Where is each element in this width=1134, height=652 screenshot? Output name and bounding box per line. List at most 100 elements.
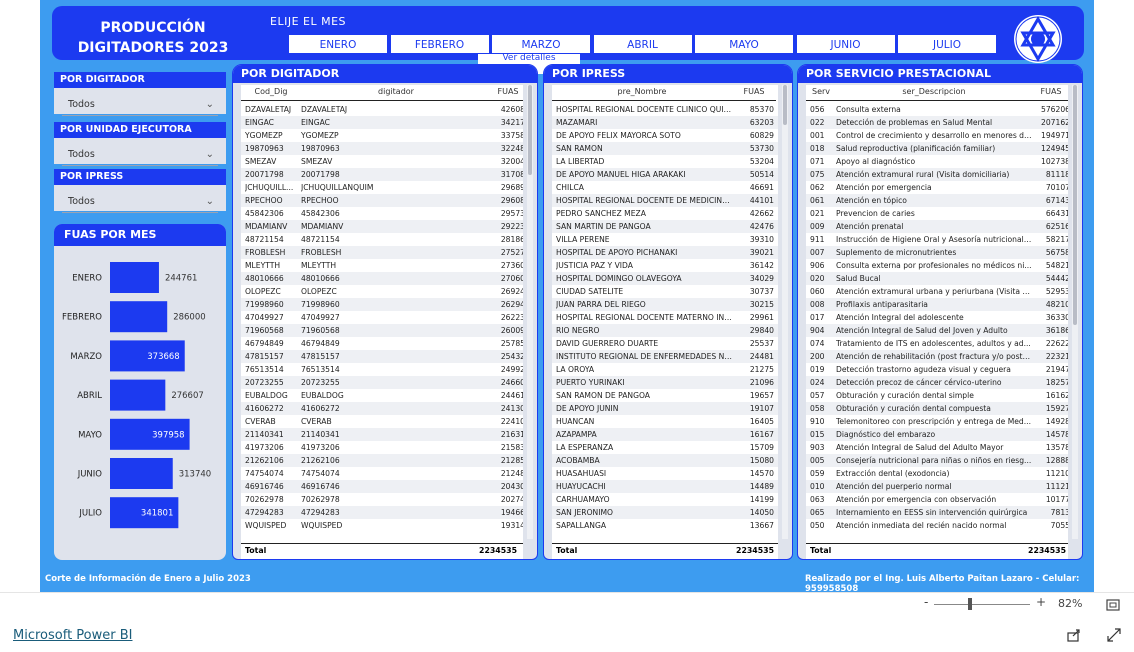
table-row[interactable]: JCHUQUILL... JCHUQUILLANQUIM 29689 xyxy=(241,181,523,194)
month-button-marzo[interactable]: MARZO xyxy=(491,34,591,54)
table-row[interactable]: 021 Prevencion de caries 66431 xyxy=(806,207,1068,220)
table-row[interactable]: MAZAMARI 63203 xyxy=(552,116,778,129)
table-row[interactable]: HUASAHUASI 14570 xyxy=(552,467,778,480)
table-row[interactable]: SAN JERONIMO 14050 xyxy=(552,506,778,519)
col-cod-dig[interactable]: Cod_Dig xyxy=(241,85,301,101)
table-row[interactable]: DE APOYO MANUEL HIGA ARAKAKI 50514 xyxy=(552,168,778,181)
table-row[interactable]: LA LIBERTAD 53204 xyxy=(552,155,778,168)
table-row[interactable]: YGOMEZP YGOMEZP 33758 xyxy=(241,129,523,142)
table-row[interactable]: JUAN PARRA DEL RIEGO 30215 xyxy=(552,298,778,311)
table-row[interactable]: 009 Atención prenatal 62516 xyxy=(806,220,1068,233)
table-row[interactable]: 074 Tratamiento de ITS en adolescentes, a… xyxy=(806,337,1068,350)
table-row[interactable]: 059 Extracción dental (exodoncia) 11210 xyxy=(806,467,1068,480)
table-row[interactable]: DZAVALETAJ DZAVALETAJ 42608 xyxy=(241,103,523,116)
chart-bar[interactable] xyxy=(110,458,173,489)
zoom-slider[interactable] xyxy=(934,604,1030,605)
col-fuas[interactable]: FUAS xyxy=(491,85,523,101)
table-row[interactable]: 74754074 74754074 21248 xyxy=(241,467,523,480)
table-row[interactable]: SAN RAMON DE PANGOA 19657 xyxy=(552,389,778,402)
table-row[interactable]: 46794849 46794849 25785 xyxy=(241,337,523,350)
table-row[interactable]: 904 Atención Integral de Salud del Joven … xyxy=(806,324,1068,337)
powerbi-link[interactable]: Microsoft Power BI xyxy=(13,628,132,643)
table-row[interactable]: 058 Obturación y curación dental compuest… xyxy=(806,402,1068,415)
table-row[interactable]: 015 Diagnóstico del embarazo 14578 xyxy=(806,428,1068,441)
table-row[interactable]: AZAPAMPA 16167 xyxy=(552,428,778,441)
table-row[interactable]: 911 Instrucción de Higiene Oral y Asesorí… xyxy=(806,233,1068,246)
table-row[interactable]: CHILCA 46691 xyxy=(552,181,778,194)
table-row[interactable]: 41973206 41973206 21583 xyxy=(241,441,523,454)
table-row[interactable]: ACOBAMBA 15080 xyxy=(552,454,778,467)
month-button-julio[interactable]: JULIO xyxy=(897,34,997,54)
table-row[interactable]: MLEYTTH MLEYTTH 27360 xyxy=(241,259,523,272)
col-digitador[interactable]: digitador xyxy=(301,85,491,101)
table-row[interactable]: CVERAB CVERAB 22410 xyxy=(241,415,523,428)
table-row[interactable]: LA OROYA 21275 xyxy=(552,363,778,376)
digitador-scrollbar[interactable] xyxy=(527,85,533,539)
table-row[interactable]: RPECHOO RPECHOO 29608 xyxy=(241,194,523,207)
table-row[interactable]: HOSPITAL DOMINGO OLAVEGOYA 34029 xyxy=(552,272,778,285)
table-row[interactable]: DE APOYO JUNIN 19107 xyxy=(552,402,778,415)
month-button-febrero[interactable]: FEBRERO xyxy=(389,34,490,54)
table-row[interactable]: 018 Salud reproductiva (planificación fam… xyxy=(806,142,1068,155)
table-row[interactable]: 005 Consejería nutricional para niñas o n… xyxy=(806,454,1068,467)
table-row[interactable]: 020 Salud Bucal 54442 xyxy=(806,272,1068,285)
table-row[interactable]: HOSPITAL REGIONAL DOCENTE CLINICO QUIRU.… xyxy=(552,103,778,116)
zoom-out-button[interactable]: - xyxy=(924,595,928,609)
table-row[interactable]: 48721154 48721154 28186 xyxy=(241,233,523,246)
table-row[interactable]: HOSPITAL REGIONAL DOCENTE MATERNO INFA..… xyxy=(552,311,778,324)
table-row[interactable]: 010 Atención del puerperio normal 11121 xyxy=(806,480,1068,493)
table-row[interactable]: WQUISPED WQUISPED 19314 xyxy=(241,519,523,532)
table-row[interactable]: RIO NEGRO 29840 xyxy=(552,324,778,337)
month-button-mayo[interactable]: MAYO xyxy=(694,34,794,54)
table-row[interactable]: PUERTO YURINAKI 21096 xyxy=(552,376,778,389)
table-row[interactable]: 065 Internamiento en EESS sin intervenció… xyxy=(806,506,1068,519)
table-row[interactable]: INSTITUTO REGIONAL DE ENFERMEDADES NEO..… xyxy=(552,350,778,363)
table-row[interactable]: HUANCAN 16405 xyxy=(552,415,778,428)
table-row[interactable]: 057 Obturación y curación dental simple 16… xyxy=(806,389,1068,402)
table-row[interactable]: MDAMIANV MDAMIANV 29223 xyxy=(241,220,523,233)
table-row[interactable]: 47294283 47294283 19466 xyxy=(241,506,523,519)
table-row[interactable]: 071 Apoyo al diagnóstico 102738 xyxy=(806,155,1068,168)
table-row[interactable]: 48010666 48010666 27060 xyxy=(241,272,523,285)
table-row[interactable]: 41606272 41606272 24130 xyxy=(241,402,523,415)
table-row[interactable]: 062 Atención por emergencia 70107 xyxy=(806,181,1068,194)
table-row[interactable]: SAPALLANGA 13667 xyxy=(552,519,778,532)
table-row[interactable]: JUSTICIA PAZ Y VIDA 36142 xyxy=(552,259,778,272)
table-row[interactable]: 70262978 70262978 20274 xyxy=(241,493,523,506)
table-row[interactable]: 060 Atención extramural urbana y periurba… xyxy=(806,285,1068,298)
fit-page-icon[interactable] xyxy=(1106,596,1120,615)
table-row[interactable]: 47049927 47049927 26223 xyxy=(241,311,523,324)
table-row[interactable]: 017 Atención Integral del adolescente 3633… xyxy=(806,311,1068,324)
table-row[interactable]: 71960568 71960568 26009 xyxy=(241,324,523,337)
table-row[interactable]: HUAYUCACHI 14489 xyxy=(552,480,778,493)
servicio-scrollbar[interactable] xyxy=(1072,85,1078,539)
share-icon[interactable] xyxy=(1066,627,1082,647)
table-row[interactable]: 45842306 45842306 29573 xyxy=(241,207,523,220)
table-row[interactable]: SAN MARTIN DE PANGOA 42476 xyxy=(552,220,778,233)
filter-dropdown[interactable]: Todos ⌄ xyxy=(62,144,218,166)
table-row[interactable]: EUBALDOG EUBALDOG 24461 xyxy=(241,389,523,402)
table-row[interactable]: 200 Atención de rehabilitación (post frac… xyxy=(806,350,1068,363)
table-row[interactable]: CARHUAMAYO 14199 xyxy=(552,493,778,506)
table-row[interactable]: 024 Detección precoz de cáncer cérvico-ut… xyxy=(806,376,1068,389)
zoom-in-button[interactable]: + xyxy=(1036,595,1046,609)
table-row[interactable]: 061 Atención en tópico 67143 xyxy=(806,194,1068,207)
table-row[interactable]: 20071798 20071798 31708 xyxy=(241,168,523,181)
table-row[interactable]: FROBLESH FROBLESH 27527 xyxy=(241,246,523,259)
chart-bar[interactable] xyxy=(110,301,168,333)
table-row[interactable]: OLOPEZC OLOPEZC 26924 xyxy=(241,285,523,298)
chart-bar[interactable] xyxy=(110,379,166,411)
table-row[interactable]: 47815157 47815157 25432 xyxy=(241,350,523,363)
month-button-enero[interactable]: ENERO xyxy=(288,34,388,54)
table-row[interactable]: CIUDAD SATELITE 30737 xyxy=(552,285,778,298)
month-button-abril[interactable]: ABRIL xyxy=(592,34,693,54)
table-row[interactable]: 050 Atención inmediata del recién nacido … xyxy=(806,519,1068,532)
table-row[interactable]: HOSPITAL REGIONAL DOCENTE DE MEDICINA T.… xyxy=(552,194,778,207)
table-row[interactable]: SAN RAMON 53730 xyxy=(552,142,778,155)
table-row[interactable]: 007 Suplemento de micronutrientes 56758 xyxy=(806,246,1068,259)
col-fuas[interactable]: FUAS xyxy=(732,85,776,101)
filter-dropdown[interactable]: Todos ⌄ xyxy=(62,94,218,116)
table-row[interactable]: 20723255 20723255 24660 xyxy=(241,376,523,389)
table-row[interactable]: DE APOYO FELIX MAYORCA SOTO 60829 xyxy=(552,129,778,142)
table-row[interactable]: 063 Atención por emergencia con observaci… xyxy=(806,493,1068,506)
